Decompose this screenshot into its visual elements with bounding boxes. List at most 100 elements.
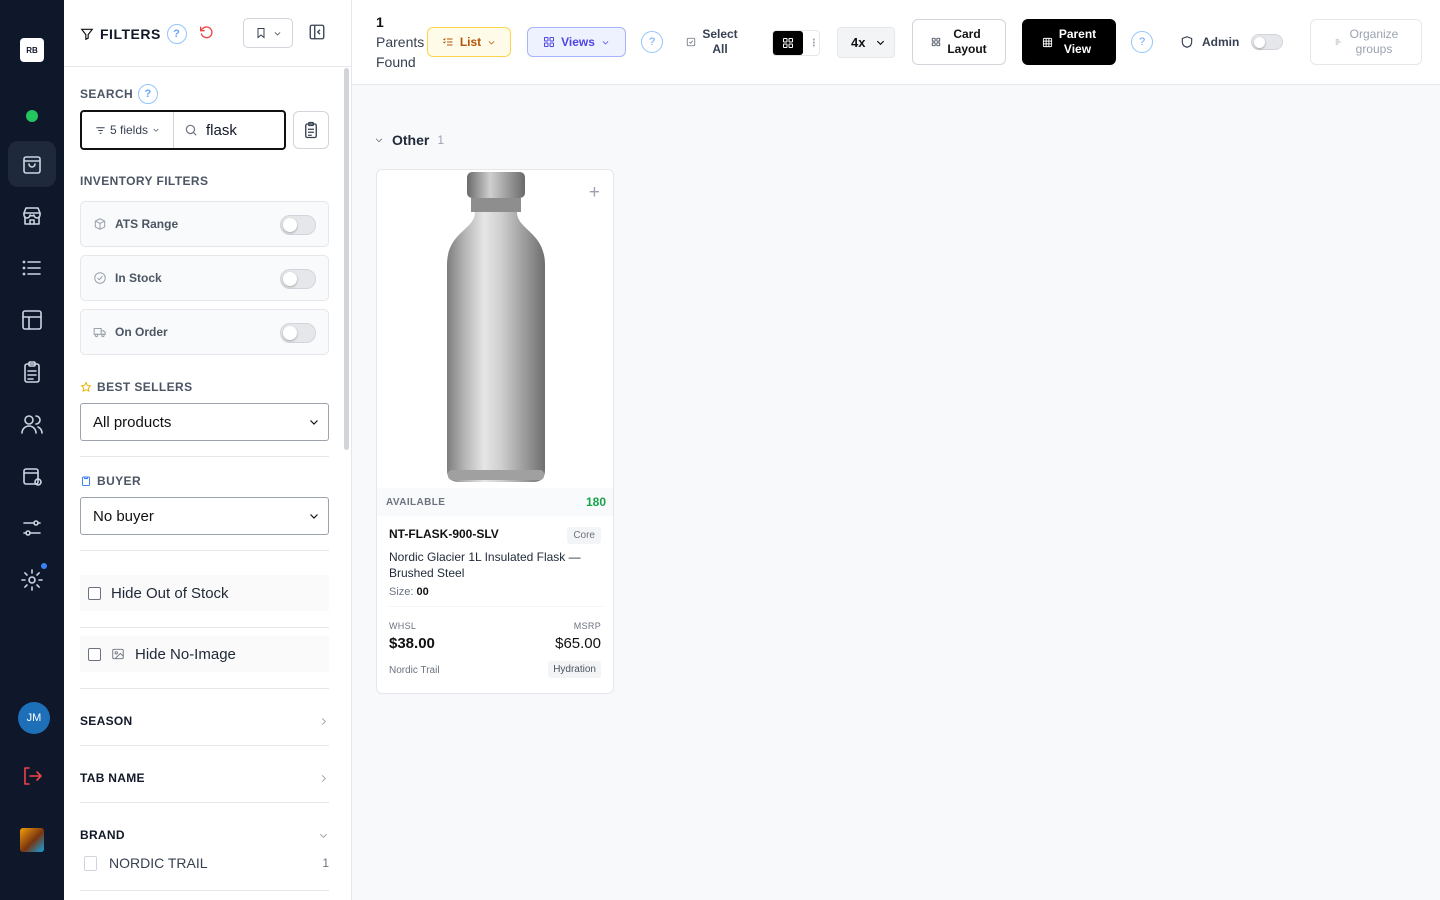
admin-toggle-group: Admin: [1180, 30, 1284, 54]
filters-help-button[interactable]: ?: [166, 24, 187, 44]
divider: [389, 606, 603, 607]
store-settings-icon: [23, 468, 42, 486]
rail-item-settings[interactable]: [8, 557, 56, 603]
divider: [80, 802, 329, 803]
hide-out-of-stock-checkbox[interactable]: Hide Out of Stock: [80, 575, 329, 611]
app-logo[interactable]: RB: [20, 38, 44, 62]
card-layout-button[interactable]: Card Layout: [912, 19, 1006, 65]
store-icon: [23, 207, 41, 225]
logout-button[interactable]: [8, 753, 56, 799]
reset-filters-button[interactable]: [198, 24, 216, 42]
search-input[interactable]: flask: [174, 122, 237, 139]
workspace-thumbnail-icon[interactable]: [20, 828, 44, 852]
divider: [80, 456, 329, 457]
grid-icon: [782, 38, 793, 48]
buyer-select[interactable]: No buyer: [80, 497, 329, 535]
paste-list-button[interactable]: [293, 111, 329, 149]
inventory-filter-ats-range[interactable]: ATS Range: [80, 201, 329, 247]
checkbox-box[interactable]: [88, 586, 101, 600]
chevron-down-icon: [319, 833, 328, 838]
inventory-filter-in-stock[interactable]: In Stock: [80, 255, 329, 301]
group-count: 1: [437, 133, 445, 147]
search-section-label: SEARCH ?: [80, 84, 159, 104]
status-dot: [26, 110, 38, 122]
funnel-icon: [80, 28, 94, 41]
truck-icon: [93, 327, 106, 338]
chevron-down-icon: [274, 31, 280, 36]
checkbox-box[interactable]: [88, 647, 101, 661]
parent-view-help-button[interactable]: ?: [1131, 31, 1153, 53]
saved-filters-dropdown[interactable]: [243, 18, 293, 48]
search-fields-dropdown[interactable]: 5 fields: [82, 112, 174, 148]
columns-select[interactable]: 4x: [837, 27, 895, 58]
in-stock-toggle[interactable]: [280, 269, 316, 289]
rail-item-clipboard[interactable]: [8, 349, 56, 395]
list-icon: [22, 260, 41, 276]
views-dropdown-button[interactable]: Views: [527, 27, 626, 57]
product-card[interactable]: + AVAILABLE 180 NT-FLASK-900-SLV Core No…: [376, 169, 614, 694]
panel-scrollbar[interactable]: [344, 68, 349, 450]
buyer-label: BUYER: [80, 474, 141, 488]
filter-title: FILTERS ?: [80, 24, 187, 44]
table-icon: [1042, 37, 1052, 47]
chevron-down-icon: [375, 138, 383, 143]
sidebar-collapse-icon: [309, 24, 325, 40]
admin-toggle[interactable]: [1251, 34, 1284, 50]
chevron-down-icon: [310, 514, 318, 519]
brand-section-toggle[interactable]: BRAND: [80, 828, 329, 842]
tab-name-section-toggle[interactable]: TAB NAME: [80, 771, 329, 785]
grid-view-button[interactable]: [773, 31, 803, 55]
users-icon: [21, 415, 43, 434]
search-help-button[interactable]: ?: [138, 84, 159, 104]
rail-item-sliders[interactable]: [8, 505, 56, 551]
rail-item-users[interactable]: [8, 401, 56, 447]
layout-icon: [22, 310, 42, 330]
user-avatar[interactable]: JM: [18, 702, 50, 734]
whsl-label: WHSL: [389, 621, 417, 631]
on-order-toggle[interactable]: [280, 323, 316, 343]
more-views-icon[interactable]: ⋮: [809, 38, 819, 49]
product-tag-badge: Core: [567, 527, 601, 544]
msrp-label: MSRP: [573, 621, 601, 631]
group-header-other[interactable]: Other 1: [374, 132, 444, 148]
rail-item-list[interactable]: [8, 245, 56, 291]
search-icon: [185, 124, 197, 136]
ats-range-toggle[interactable]: [280, 215, 316, 235]
divider: [80, 745, 329, 746]
select-all-button[interactable]: Select All: [680, 26, 744, 58]
brand-option-nordic-trail[interactable]: NORDIC TRAIL 1: [84, 855, 329, 871]
search-box: 5 fields flask: [80, 110, 286, 150]
best-sellers-select[interactable]: All products: [80, 403, 329, 441]
rail-item-store-settings[interactable]: [8, 453, 56, 499]
rail-item-store[interactable]: [8, 193, 56, 239]
checkbox-icon: [687, 37, 696, 47]
hide-no-image-checkbox[interactable]: Hide No-Image: [80, 636, 329, 672]
chevron-right-icon: [321, 717, 326, 725]
filter-header: FILTERS ?: [64, 0, 351, 67]
collapse-panel-button[interactable]: [308, 23, 328, 43]
rail-item-layout[interactable]: [8, 297, 56, 343]
product-image[interactable]: +: [377, 170, 613, 488]
parent-view-button[interactable]: Parent View: [1022, 19, 1116, 65]
results-count: 1 Parents Found: [376, 14, 425, 70]
buyer-icon: [82, 476, 90, 486]
view-mode-toggle: ⋮: [772, 30, 820, 56]
chevron-down-icon: [602, 40, 609, 45]
chevron-down-icon: [488, 40, 495, 45]
checkbox-box[interactable]: [84, 855, 97, 871]
shield-icon: [1181, 36, 1193, 48]
rail-item-shop[interactable]: [8, 141, 56, 187]
check-circle-icon: [94, 272, 106, 284]
whsl-price: $38.00: [389, 635, 435, 652]
product-name: Nordic Glacier 1L Insulated Flask — Brus…: [389, 550, 581, 580]
list-check-icon: [442, 38, 453, 46]
add-to-selection-icon[interactable]: +: [589, 182, 600, 204]
inventory-filter-on-order[interactable]: On Order: [80, 309, 329, 355]
organize-groups-button[interactable]: Organize groups: [1310, 19, 1422, 65]
season-section-toggle[interactable]: SEASON: [80, 714, 329, 728]
product-size: Size: 00: [389, 586, 429, 598]
grid-icon: [932, 37, 941, 47]
list-dropdown-button[interactable]: List: [427, 27, 511, 57]
views-help-button[interactable]: ?: [641, 31, 663, 53]
star-icon: [80, 381, 92, 393]
